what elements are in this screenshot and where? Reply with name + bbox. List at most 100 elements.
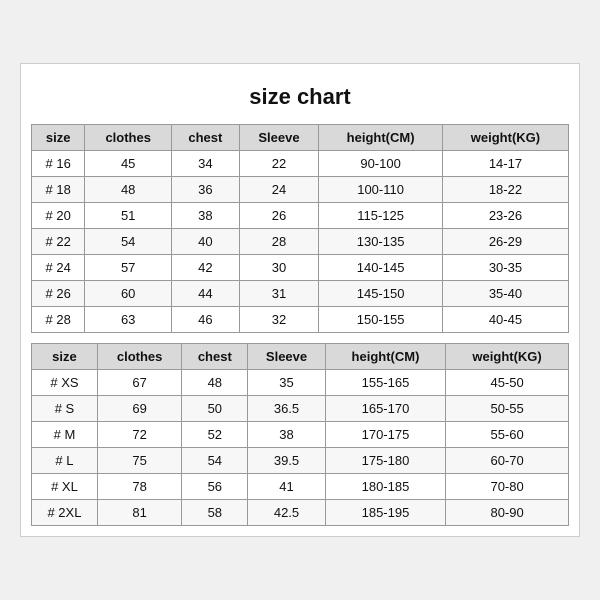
table-cell: # 20: [32, 203, 85, 229]
table1-header-cell: weight(KG): [442, 125, 568, 151]
table-cell: 36: [172, 177, 240, 203]
table-cell: 40-45: [442, 307, 568, 333]
table-cell: # 2XL: [32, 500, 98, 526]
table-cell: # 26: [32, 281, 85, 307]
table2-header-row: sizeclotheschestSleeveheight(CM)weight(K…: [32, 344, 569, 370]
table-cell: 155-165: [325, 370, 445, 396]
table-cell: 22: [239, 151, 319, 177]
table2-header-cell: height(CM): [325, 344, 445, 370]
table-cell: 78: [97, 474, 181, 500]
table-row: # 26604431145-15035-40: [32, 281, 569, 307]
table-cell: 175-180: [325, 448, 445, 474]
table-cell: 180-185: [325, 474, 445, 500]
table-cell: 140-145: [319, 255, 443, 281]
table-cell: 42: [172, 255, 240, 281]
table-cell: 165-170: [325, 396, 445, 422]
table-cell: 24: [239, 177, 319, 203]
table-cell: 23-26: [442, 203, 568, 229]
table-cell: 28: [239, 229, 319, 255]
table-row: # 18483624100-11018-22: [32, 177, 569, 203]
table-row: # 1645342290-10014-17: [32, 151, 569, 177]
table-cell: 100-110: [319, 177, 443, 203]
table-cell: # 22: [32, 229, 85, 255]
table-cell: 55-60: [446, 422, 569, 448]
table-cell: 56: [182, 474, 248, 500]
table-cell: 14-17: [442, 151, 568, 177]
table-cell: 50: [182, 396, 248, 422]
table-cell: 115-125: [319, 203, 443, 229]
table-cell: 31: [239, 281, 319, 307]
table-cell: 40: [172, 229, 240, 255]
table2-header-cell: Sleeve: [248, 344, 326, 370]
table-row: # L755439.5175-18060-70: [32, 448, 569, 474]
table-cell: 44: [172, 281, 240, 307]
table-cell: 32: [239, 307, 319, 333]
table-cell: 46: [172, 307, 240, 333]
table-row: # 24574230140-14530-35: [32, 255, 569, 281]
table-cell: # XS: [32, 370, 98, 396]
table-cell: 30: [239, 255, 319, 281]
table-row: # XL785641180-18570-80: [32, 474, 569, 500]
table-cell: # 24: [32, 255, 85, 281]
table-adults: sizeclotheschestSleeveheight(CM)weight(K…: [31, 343, 569, 526]
table-cell: 145-150: [319, 281, 443, 307]
table-cell: 57: [85, 255, 172, 281]
table-cell: 69: [97, 396, 181, 422]
table-cell: # 16: [32, 151, 85, 177]
table-cell: # M: [32, 422, 98, 448]
table-cell: 60: [85, 281, 172, 307]
table-cell: 36.5: [248, 396, 326, 422]
table-cell: 150-155: [319, 307, 443, 333]
table-cell: 45: [85, 151, 172, 177]
table1-header-cell: clothes: [85, 125, 172, 151]
size-chart-card: size chart sizeclotheschestSleeveheight(…: [20, 63, 580, 537]
table-cell: 50-55: [446, 396, 569, 422]
table-cell: 130-135: [319, 229, 443, 255]
table-cell: 52: [182, 422, 248, 448]
table1-header-cell: height(CM): [319, 125, 443, 151]
table-row: # 22544028130-13526-29: [32, 229, 569, 255]
table2-header-cell: chest: [182, 344, 248, 370]
table-cell: 170-175: [325, 422, 445, 448]
table1-header-cell: Sleeve: [239, 125, 319, 151]
table1-header-cell: chest: [172, 125, 240, 151]
table-cell: 34: [172, 151, 240, 177]
table-cell: 42.5: [248, 500, 326, 526]
table-cell: # 28: [32, 307, 85, 333]
table-cell: 39.5: [248, 448, 326, 474]
table-cell: 60-70: [446, 448, 569, 474]
chart-title: size chart: [31, 74, 569, 124]
table-cell: 185-195: [325, 500, 445, 526]
table-cell: 41: [248, 474, 326, 500]
table-cell: 72: [97, 422, 181, 448]
table-row: # S695036.5165-17050-55: [32, 396, 569, 422]
table-cell: 81: [97, 500, 181, 526]
table2-header-cell: clothes: [97, 344, 181, 370]
table-cell: 75: [97, 448, 181, 474]
table-cell: 48: [85, 177, 172, 203]
table-cell: 51: [85, 203, 172, 229]
table-cell: 70-80: [446, 474, 569, 500]
table-cell: 45-50: [446, 370, 569, 396]
table-row: # 2XL815842.5185-19580-90: [32, 500, 569, 526]
table-cell: 18-22: [442, 177, 568, 203]
table-cell: 26: [239, 203, 319, 229]
table-cell: 58: [182, 500, 248, 526]
table-cell: 38: [248, 422, 326, 448]
table-cell: 67: [97, 370, 181, 396]
table-cell: 38: [172, 203, 240, 229]
table2-header-cell: weight(KG): [446, 344, 569, 370]
table-kids: sizeclotheschestSleeveheight(CM)weight(K…: [31, 124, 569, 333]
table2-header-cell: size: [32, 344, 98, 370]
table-cell: 26-29: [442, 229, 568, 255]
table-cell: # 18: [32, 177, 85, 203]
table-cell: 30-35: [442, 255, 568, 281]
table-cell: 35: [248, 370, 326, 396]
table-cell: 35-40: [442, 281, 568, 307]
table1-header-row: sizeclotheschestSleeveheight(CM)weight(K…: [32, 125, 569, 151]
table-cell: # L: [32, 448, 98, 474]
table-cell: # XL: [32, 474, 98, 500]
table-cell: 54: [182, 448, 248, 474]
table-row: # XS674835155-16545-50: [32, 370, 569, 396]
table-cell: 63: [85, 307, 172, 333]
